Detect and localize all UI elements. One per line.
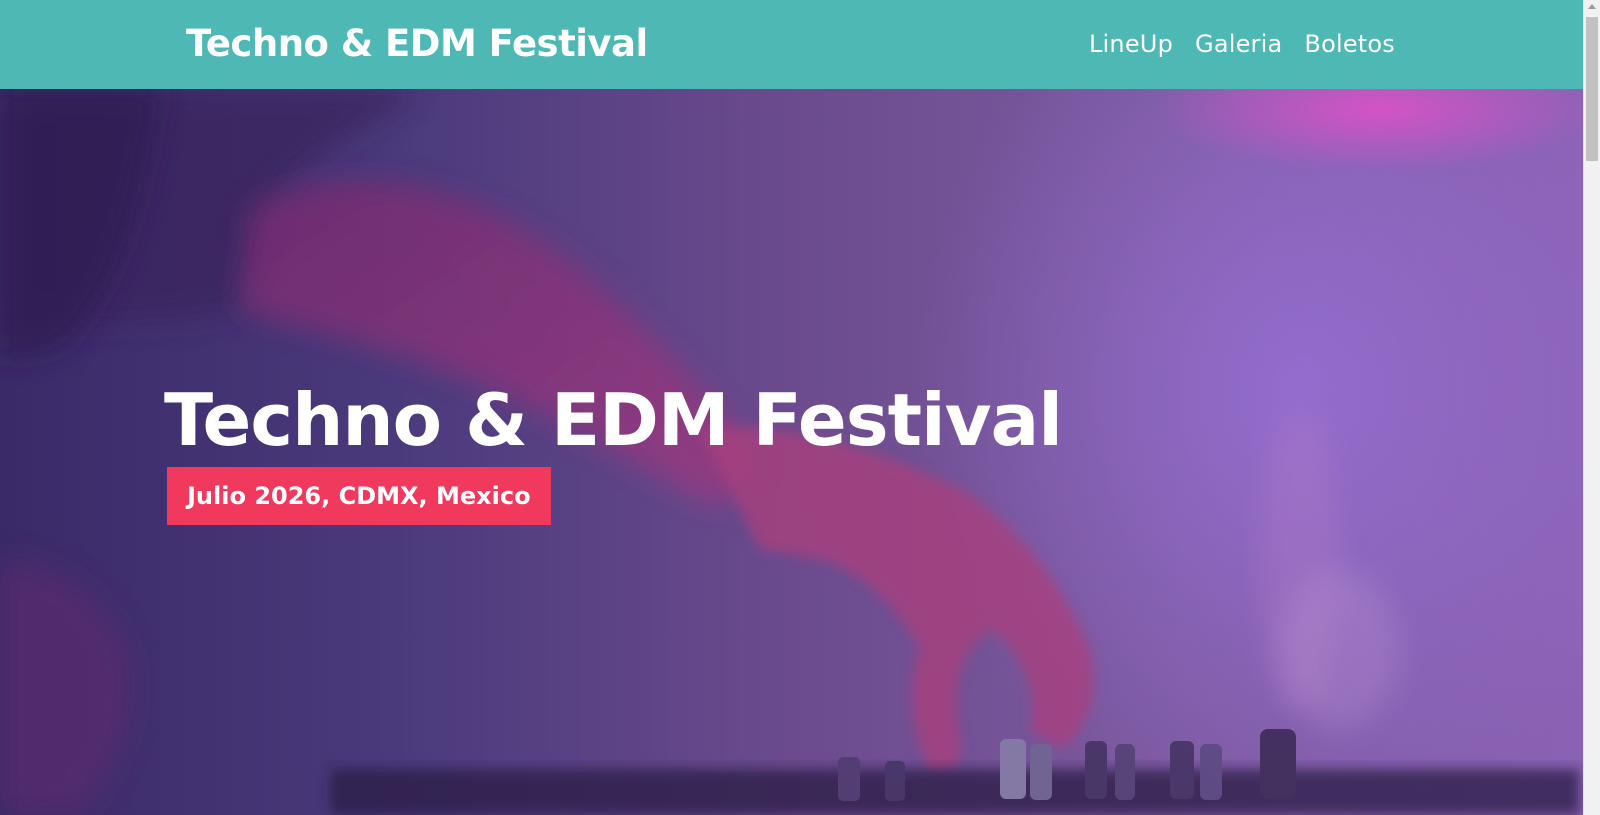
main-nav: LineUp Galeria Boletos [1089,26,1395,62]
nav-link-galeria[interactable]: Galeria [1195,26,1282,62]
hero-title: Techno & EDM Festival [164,378,1063,462]
vertical-scrollbar[interactable] [1583,0,1600,815]
scroll-up-arrow-icon[interactable] [1588,4,1596,9]
page-viewport: Techno & EDM Festival LineUp Galeria Bol… [0,0,1583,815]
site-header: Techno & EDM Festival LineUp Galeria Bol… [0,0,1583,89]
site-brand[interactable]: Techno & EDM Festival [186,18,648,70]
hero-section: Techno & EDM Festival Julio 2026, CDMX, … [0,89,1583,815]
event-date-badge: Julio 2026, CDMX, Mexico [167,467,551,525]
nav-link-boletos[interactable]: Boletos [1304,26,1395,62]
nav-link-lineup[interactable]: LineUp [1089,26,1173,62]
scrollbar-thumb[interactable] [1586,17,1598,161]
